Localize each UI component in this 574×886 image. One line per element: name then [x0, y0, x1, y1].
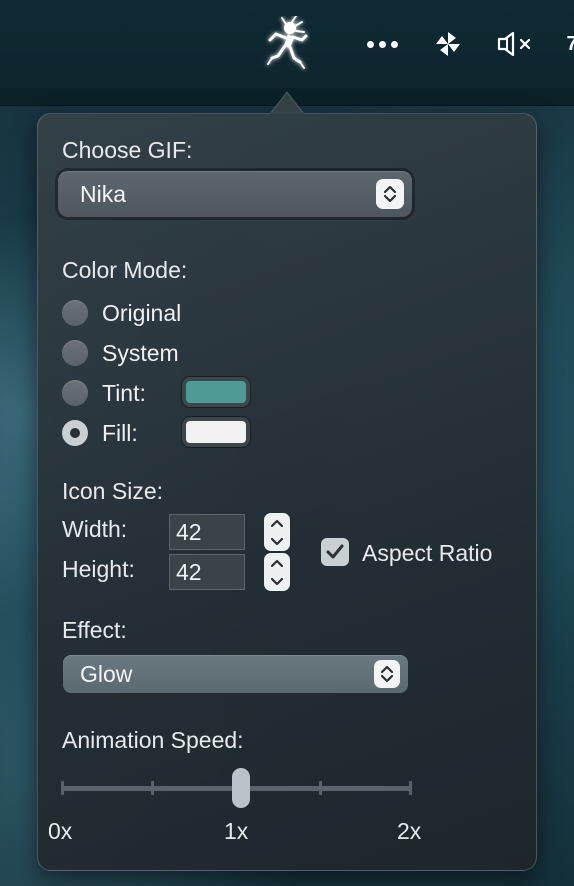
height-label: Height:: [62, 556, 135, 582]
width-input[interactable]: 42: [169, 514, 245, 550]
speed-tick-label-mid: 1x: [224, 818, 249, 844]
chevron-up-icon[interactable]: [270, 518, 284, 528]
color-mode-label: Color Mode:: [62, 257, 188, 283]
more-menubar-item[interactable]: [360, 0, 404, 88]
chevron-down-icon[interactable]: [270, 577, 284, 587]
color-mode-tint[interactable]: Tint:: [62, 377, 146, 409]
menubar-clipped-item[interactable]: 7: [562, 0, 574, 88]
ellipsis-icon: [366, 40, 398, 48]
slider-tick: [61, 781, 64, 795]
pinwheel-icon: [436, 32, 460, 56]
radio-label: Tint:: [102, 379, 146, 406]
speed-slider-thumb[interactable]: [232, 768, 250, 808]
color-mode-original[interactable]: Original: [62, 297, 181, 329]
radio-button-selected[interactable]: [62, 420, 88, 446]
gif-character-icon: [267, 16, 308, 69]
sound-menubar-item[interactable]: [490, 0, 540, 88]
gif-select-value: Nika: [80, 180, 127, 207]
slider-tick: [319, 781, 322, 795]
effect-label: Effect:: [62, 617, 127, 643]
chevron-up-icon[interactable]: [270, 558, 284, 568]
icon-size-label: Icon Size:: [62, 478, 163, 504]
menu-bar: 7: [0, 0, 574, 88]
height-input[interactable]: 42: [169, 554, 245, 590]
width-stepper[interactable]: [264, 513, 290, 551]
chevron-up-down-icon: [374, 660, 400, 688]
radio-button[interactable]: [62, 340, 88, 366]
radio-button[interactable]: [62, 380, 88, 406]
gif-menubar-icon[interactable]: [258, 0, 314, 88]
chevron-down-icon[interactable]: [270, 537, 284, 547]
animation-speed-label: Animation Speed:: [62, 727, 244, 753]
color-mode-fill[interactable]: Fill:: [62, 417, 138, 449]
chevron-up-down-icon: [376, 179, 404, 209]
width-label: Width:: [62, 516, 128, 542]
checkmark-icon: [326, 544, 344, 559]
speaker-muted-icon: [497, 31, 531, 57]
pinwheel-menubar-item[interactable]: [428, 0, 468, 88]
effect-select-value: Glow: [80, 660, 133, 687]
color-mode-system[interactable]: System: [62, 337, 179, 369]
effect-select[interactable]: Glow: [63, 655, 408, 693]
aspect-ratio-checkbox[interactable]: [321, 538, 349, 566]
fill-color-well[interactable]: [182, 417, 250, 447]
slider-tick: [151, 781, 154, 795]
popover-arrow: [270, 91, 304, 114]
height-stepper[interactable]: [264, 553, 290, 591]
choose-gif-label: Choose GIF:: [62, 137, 193, 163]
speed-tick-label-min: 0x: [48, 818, 73, 844]
tint-color-well[interactable]: [182, 377, 250, 407]
radio-label: System: [102, 339, 179, 366]
gif-select[interactable]: Nika: [58, 171, 412, 217]
radio-label: Original: [102, 299, 182, 326]
aspect-ratio-label: Aspect Ratio: [362, 540, 493, 566]
speed-tick-label-max: 2x: [397, 818, 422, 844]
slider-tick: [409, 781, 412, 795]
radio-button[interactable]: [62, 300, 88, 326]
radio-label: Fill:: [102, 419, 138, 446]
